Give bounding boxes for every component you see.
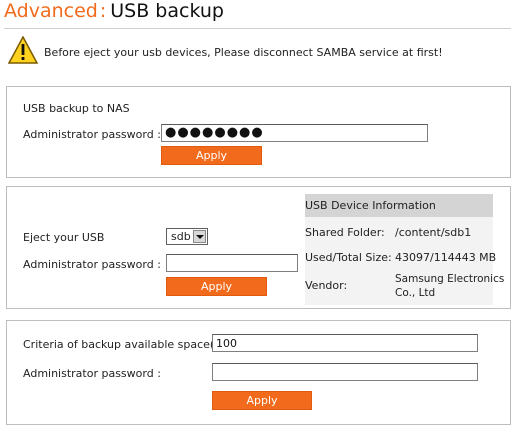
warning-text: Before eject your usb devices, Please di…	[44, 46, 443, 59]
usb-backup-heading: USB backup to NAS	[23, 102, 130, 115]
eject-usb-label: Eject your USB	[23, 231, 105, 244]
admin-password-field[interactable]	[166, 254, 298, 272]
usb-device-info-header: USB Device Information	[305, 194, 493, 217]
admin-password-field[interactable]	[212, 363, 478, 381]
admin-password-label: Administrator password :	[23, 367, 161, 380]
criteria-label: Criteria of backup available space(%) :	[23, 338, 237, 351]
used-total-value: 43097/114443 MB	[395, 251, 497, 264]
eject-usb-panel: Eject your USB sdb Administrator passwor…	[6, 186, 511, 309]
criteria-input[interactable]	[212, 334, 478, 352]
password-mask: ●●●●●●●●	[165, 125, 264, 140]
vendor-value-line2: Co., Ltd	[395, 287, 436, 299]
used-total-label: Used/Total Size:	[305, 251, 392, 264]
apply-criteria-button[interactable]: Apply	[212, 391, 312, 410]
usb-device-info-heading: USB Device Information	[305, 199, 436, 212]
page-title: USB backup	[110, 0, 224, 22]
title-separator: :	[99, 0, 107, 22]
usb-device-selected: sdb	[171, 230, 191, 243]
shared-folder-label: Shared Folder:	[305, 226, 385, 239]
header-divider	[4, 28, 511, 29]
section-title: Advanced	[4, 0, 98, 22]
backup-criteria-panel: Criteria of backup available space(%) : …	[6, 320, 511, 425]
usb-device-info-box: USB Device Information Shared Folder: /c…	[305, 194, 504, 305]
vendor-value-line1: Samsung Electronics	[395, 273, 505, 285]
admin-password-label: Administrator password :	[23, 258, 161, 271]
admin-password-label: Administrator password :	[23, 128, 161, 141]
chevron-down-icon[interactable]	[193, 230, 206, 243]
admin-password-field[interactable]: ●●●●●●●●	[161, 124, 428, 142]
warning-icon	[8, 36, 38, 64]
usb-backup-to-nas-panel: USB backup to NAS Administrator password…	[6, 86, 511, 178]
apply-backup-button[interactable]: Apply	[161, 146, 262, 165]
vendor-label: Vendor:	[305, 279, 348, 292]
shared-folder-value: /content/sdb1	[395, 226, 472, 239]
warning-banner: Before eject your usb devices, Please di…	[8, 36, 508, 68]
page-header: Advanced: USB backup	[4, 0, 224, 26]
usb-device-select[interactable]: sdb	[166, 228, 208, 245]
apply-eject-button[interactable]: Apply	[166, 277, 267, 296]
